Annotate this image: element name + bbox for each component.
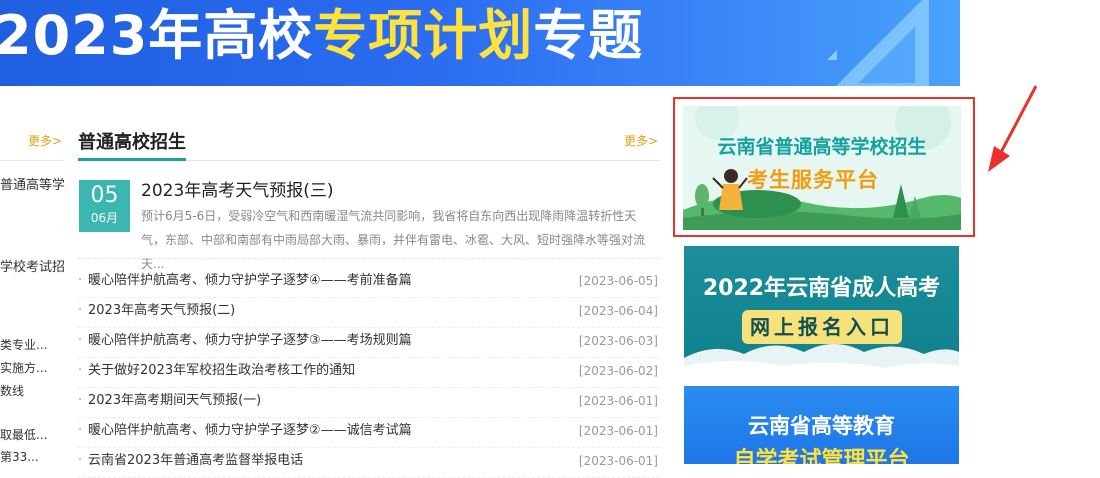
news-item-date: [2023-06-05] [578,274,658,288]
adult-exam-title: 2022年云南省成人高考 [702,276,941,301]
date-day: 05 [90,183,119,208]
banner-title-pre: 2023年高校 [0,4,314,67]
news-item-date: [2023-06-02] [578,364,658,378]
news-section: 普通高校招生 更多> 05 06月 2023年高考天气预报(三) 预计6月5-6… [78,86,660,478]
news-item-date: [2023-06-01] [578,394,658,408]
service-platform-title: 云南省普通高等学校招生 [717,136,927,158]
bullet-icon: · [78,333,83,348]
bullet-icon: · [78,273,83,288]
more-link[interactable]: 更多> [624,132,658,149]
service-platform-banner[interactable]: 云南省普通高等学校招生 考生服务平台 [673,97,975,237]
bullet-icon: · [78,453,83,468]
top-banner[interactable]: 2023年高校专项计划专题 [0,0,960,86]
news-list-item[interactable]: · 暖心陪伴护航高考、倾力守护学子逐梦④——考前准备篇 [2023-06-05] [78,268,660,298]
featured-news-summary: 预计6月5-6日，受弱冷空气和西南暖湿气流共同影响，我省将自东向西出现降雨降温转… [141,209,646,271]
featured-news-title[interactable]: 2023年高考天气预报(三) [141,176,334,201]
news-item-title[interactable]: 关于做好2023年军校招生政治考核工作的通知 [88,358,355,384]
news-list-item[interactable]: · 2023年高考天气预报(二) [2023-06-04] [78,298,660,328]
banner-title-post: 专题 [533,4,644,67]
news-item-title[interactable]: 2023年高考期间天气预报(一) [88,388,261,414]
news-item-date: [2023-06-04] [578,304,658,318]
left-list-item[interactable]: 普通高等学 [0,174,65,193]
left-more-link[interactable]: 更多> [28,132,62,149]
self-study-exam-banner[interactable]: 云南省高等教育 自学考试管理平台 [684,386,959,464]
left-small-item[interactable]: 数线 [0,382,24,399]
featured-divider [78,258,660,259]
section-title: 普通高校招生 [78,132,186,153]
self-study-exam-title: 云南省高等教育 [748,414,895,438]
section-title-underline [78,158,186,161]
news-item-date: [2023-06-03] [578,334,658,348]
service-platform-banner-image: 云南省普通高等学校招生 考生服务平台 [683,106,961,230]
news-list-item[interactable]: · 云南省2023年普通高考监督举报电话 [2023-06-01] [78,448,660,478]
news-list-item[interactable]: · 暖心陪伴护航高考、倾力守护学子逐梦②——诚信考试篇 [2023-06-01] [78,418,660,448]
left-small-item[interactable]: 取最低... [0,426,47,443]
red-arrow-icon [988,85,1038,172]
date-badge: 05 06月 [79,180,130,232]
left-small-item[interactable]: 类专业... [0,336,47,353]
news-item-date: [2023-06-01] [578,424,658,438]
bullet-icon: · [78,423,83,438]
left-divider [0,160,64,161]
adult-exam-registration-banner[interactable]: 2022年云南省成人高考 网上报名入口 [684,246,959,376]
news-list-item[interactable]: · 暖心陪伴护航高考、倾力守护学子逐梦③——考场规则篇 [2023-06-03] [78,328,660,358]
left-small-item[interactable]: 第33... [0,448,39,465]
news-item-title[interactable]: 暖心陪伴护航高考、倾力守护学子逐梦④——考前准备篇 [88,268,412,294]
bullet-icon: · [78,303,83,318]
news-item-title[interactable]: 暖心陪伴护航高考、倾力守护学子逐梦③——考场规则篇 [88,328,412,354]
bullet-icon: · [78,363,83,378]
banner-title-highlight: 专项计划 [313,4,534,67]
news-item-date: [2023-06-01] [578,454,658,468]
date-month: 06月 [90,211,119,225]
news-list-item[interactable]: · 2023年高考期间天气预报(一) [2023-06-01] [78,388,660,418]
news-item-title[interactable]: 暖心陪伴护航高考、倾力守护学子逐梦②——诚信考试篇 [88,418,412,444]
news-item-title[interactable]: 2023年高考天气预报(二) [88,298,235,324]
triangle-decoration-icon [827,0,929,86]
left-column: 更多> 普通高等学 学校考试招 类专业... 实施方... 数线 取最低... … [0,86,65,465]
news-list: · 暖心陪伴护航高考、倾力守护学子逐梦④——考前准备篇 [2023-06-05] ·… [78,268,660,478]
registration-entry-button[interactable]: 网上报名入口 [742,310,902,344]
banner-title: 2023年高校专项计划专题 [0,4,643,68]
left-small-item[interactable]: 实施方... [0,359,47,376]
self-study-exam-subtitle: 自学考试管理平台 [733,448,910,464]
left-list-item[interactable]: 学校考试招 [0,256,65,275]
news-item-title[interactable]: 云南省2023年普通高考监督举报电话 [88,448,303,474]
bullet-icon: · [78,393,83,408]
service-platform-subtitle: 考生服务平台 [747,168,879,192]
news-list-item[interactable]: · 关于做好2023年军校招生政治考核工作的通知 [2023-06-02] [78,358,660,388]
